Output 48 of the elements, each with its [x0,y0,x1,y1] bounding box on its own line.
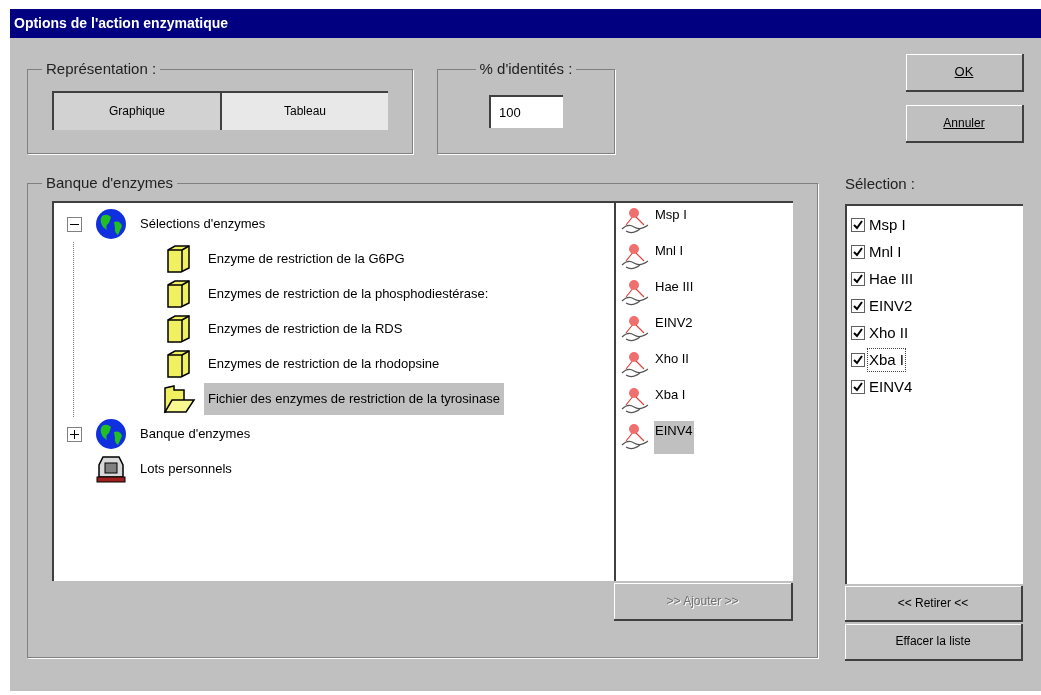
checkbox[interactable] [851,326,865,340]
globe-icon [95,208,127,240]
selection-item[interactable]: Msp I [868,213,907,237]
group-label: Représentation : [45,59,158,79]
representation-tab[interactable]: Graphique [52,90,220,130]
cancel-button[interactable]: Annuler [906,105,1024,143]
tree-item[interactable]: Enzyme de restriction de la G6PG [204,243,409,275]
ok-button[interactable]: OK [906,54,1024,92]
tree-item[interactable]: Enzymes de restriction de la phosphodiestérase: [204,278,493,310]
checkbox[interactable] [851,353,865,367]
selection-item[interactable]: Xba I [868,348,906,372]
selection-item[interactable]: EINV4 [868,375,914,399]
enzyme-item[interactable]: Hae III [654,276,695,296]
enzyme-item[interactable]: Mnl I [654,240,685,260]
enzyme-item[interactable]: EINV4 [654,420,694,454]
selection-label: Sélection : [845,174,917,194]
identity-field[interactable]: 100 [489,94,563,128]
checkbox[interactable] [851,380,865,394]
enzyme-item[interactable]: Xba I [654,384,687,404]
checkbox[interactable] [851,245,865,259]
remove-button[interactable]: << Retirer << [845,585,1023,622]
checkbox[interactable] [851,218,865,232]
globe-icon [95,418,127,450]
selection-item[interactable]: Mnl I [868,240,903,264]
selection-item[interactable]: Xho II [868,321,910,345]
window-title: Options de l'action enzymatique [14,14,229,33]
group-label: Banque d'enzymes [45,173,175,193]
tree-view[interactable] [52,200,614,581]
selection-item[interactable]: EINV2 [868,294,914,318]
enzyme-item[interactable]: Xho II [654,348,690,368]
tree-item[interactable]: Fichier des enzymes de restriction de la tyrosinase [204,383,504,415]
tree-item[interactable]: Banque d'enzymes [136,418,255,450]
enzyme-item[interactable]: EINV2 [654,312,694,332]
checkbox[interactable] [851,272,865,286]
tree-item[interactable]: Lots personnels [136,453,236,485]
group-label: % d'identités : [478,59,574,79]
selection-item[interactable]: Hae III [868,267,915,291]
representation-tab[interactable]: Tableau [220,90,388,130]
tree-item[interactable]: Enzymes de restriction de la rhodopsine [204,348,444,380]
collapse-icon[interactable] [66,216,82,232]
tree-item[interactable]: Enzymes de restriction de la RDS [204,313,407,345]
selection-list[interactable]: Msp I Mnl I Hae III EINV2 Xho II Xba I EINV4 [845,203,1023,584]
clear-list-button[interactable]: Effacer la liste [845,623,1023,661]
expand-icon[interactable] [66,426,82,442]
enzyme-item[interactable]: Msp I [654,204,688,224]
tree-item[interactable]: Sélections d'enzymes [136,208,270,240]
checkbox[interactable] [851,299,865,313]
enzyme-list[interactable]: Msp I Mnl I Hae III EINV2 Xho II Xba I EINV4 [614,200,793,581]
